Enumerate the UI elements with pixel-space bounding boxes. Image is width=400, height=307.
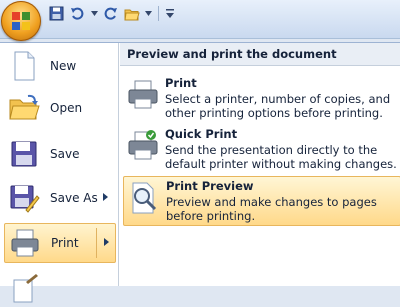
office-menu: New Open Save Save As Print Preview and …: [0, 42, 400, 303]
undo-icon[interactable]: [69, 5, 86, 22]
menu-item-label: Save As: [50, 191, 98, 205]
option-description: Preview and make changes to pages before…: [166, 195, 377, 223]
office-button[interactable]: [1, 1, 41, 41]
menu-right-pane: Preview and print the document Print Sel…: [120, 43, 400, 286]
menu-item-save-as[interactable]: Save As: [4, 179, 114, 217]
printer-icon: [11, 229, 39, 257]
menu-item-save[interactable]: Save: [4, 135, 114, 173]
quick-print-icon: [128, 130, 158, 160]
menu-left-pane: New Open Save Save As Print: [0, 43, 119, 303]
prepare-icon: [13, 274, 38, 303]
menu-item-label: Print: [51, 236, 79, 250]
dropdown-icon[interactable]: [90, 5, 98, 22]
office-logo-icon: [12, 12, 30, 30]
menu-item-label: New: [50, 59, 77, 73]
option-description: Select a printer, number of copies, and …: [165, 92, 391, 120]
open-folder-icon: [9, 94, 40, 120]
open-folder-icon[interactable]: [123, 5, 140, 22]
menu-item-print[interactable]: Print: [4, 223, 116, 263]
menu-item-label: Save: [50, 147, 80, 161]
option-description: Send the presentation directly to the de…: [165, 143, 397, 171]
toolbar-separator: [158, 6, 159, 21]
dropdown-icon[interactable]: [144, 5, 152, 22]
option-title: Quick Print: [165, 127, 238, 141]
split-divider: [96, 228, 97, 258]
quick-access-toolbar: [48, 5, 175, 22]
printer-icon: [128, 80, 158, 109]
submenu-arrow-icon[interactable]: [104, 238, 109, 246]
menu-item-new[interactable]: New: [4, 47, 114, 85]
pane-header: Preview and print the document: [120, 43, 400, 66]
floppy-disk-icon: [11, 141, 37, 167]
customize-icon[interactable]: [165, 5, 175, 22]
option-title: Print: [165, 76, 197, 90]
print-preview-icon: [132, 182, 157, 214]
option-quick-print[interactable]: Quick Print Send the presentation direct…: [123, 125, 399, 173]
option-print[interactable]: Print Select a printer, number of copies…: [123, 74, 399, 122]
menu-item-label: Open: [50, 101, 83, 115]
option-print-preview[interactable]: Print Preview Preview and make changes t…: [123, 176, 400, 226]
title-bar: [0, 0, 400, 39]
redo-icon[interactable]: [102, 5, 119, 22]
save-icon[interactable]: [48, 5, 65, 22]
menu-item-open[interactable]: Open: [4, 89, 114, 127]
option-title: Print Preview: [166, 179, 254, 193]
menu-item-prepare[interactable]: [4, 269, 114, 307]
new-document-icon: [14, 51, 35, 81]
submenu-arrow-icon: [103, 193, 108, 201]
save-as-icon: [10, 185, 40, 213]
